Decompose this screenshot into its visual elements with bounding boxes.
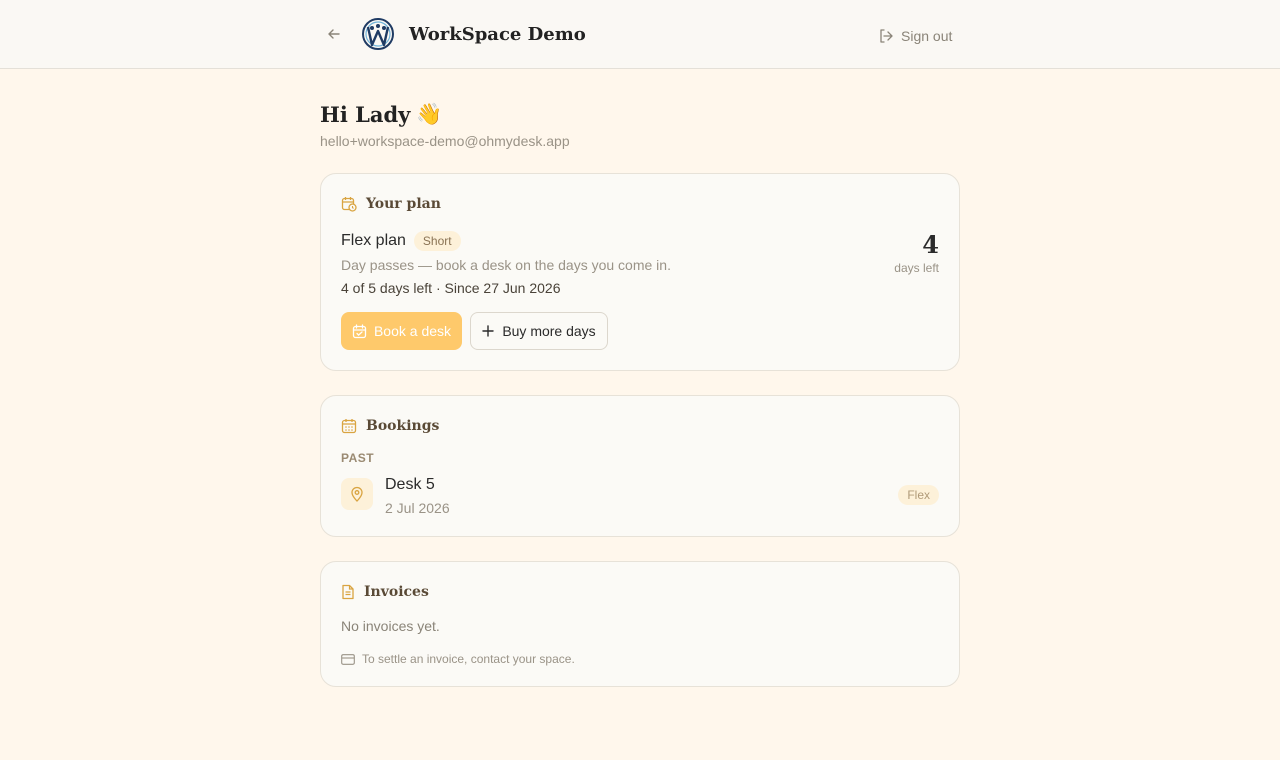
plus-icon — [482, 325, 495, 337]
back-button[interactable] — [324, 24, 344, 44]
calendar-clock-icon — [341, 197, 357, 212]
book-desk-button[interactable]: Book a desk — [341, 312, 462, 350]
bookings-section-title: Bookings — [366, 418, 440, 434]
brand-name: WorkSpace Demo — [409, 24, 586, 45]
top-bar: WorkSpace Demo Sign out — [0, 0, 1280, 69]
booking-tag: Flex — [898, 485, 939, 505]
days-left-label: days left — [894, 261, 939, 275]
invoices-card: Invoices No invoices yet. To settle an i… — [320, 561, 960, 687]
calendar-check-icon — [352, 323, 367, 338]
plan-description: Day passes — book a desk on the days you… — [341, 257, 671, 273]
plan-badge: Short — [413, 231, 461, 251]
days-left-value: 4 — [922, 230, 939, 259]
no-invoices-text: No invoices yet. — [341, 618, 440, 634]
location-pin-icon — [351, 486, 363, 502]
wave-emoji: 👋 — [416, 101, 443, 126]
sign-out-icon — [880, 29, 893, 43]
settle-note: To settle an invoice, contact your space… — [341, 652, 575, 666]
arrow-left-icon — [328, 29, 340, 39]
plan-name-row: Flex plan Short — [341, 231, 461, 251]
calendar-icon — [341, 419, 357, 434]
bookings-card: Bookings PAST Desk 5 2 Jul 2026 Flex — [320, 395, 960, 537]
booking-row[interactable]: Desk 5 2 Jul 2026 Flex — [341, 476, 939, 518]
plan-card: Your plan Flex plan Short Day passes — b… — [320, 173, 960, 371]
book-desk-label: Book a desk — [373, 323, 452, 339]
sign-out-button[interactable]: Sign out — [878, 26, 952, 46]
plan-usage: 4 of 5 days left · Since 27 Jun 2026 — [341, 280, 561, 296]
credit-card-icon — [341, 653, 355, 665]
sign-out-label: Sign out — [901, 28, 953, 44]
invoices-section-title: Invoices — [364, 584, 429, 600]
user-email: hello+workspace-demo@ohmydesk.app — [320, 133, 570, 149]
brand-logo — [361, 17, 395, 51]
booking-date: 2 Jul 2026 — [385, 500, 450, 516]
buy-more-days-button[interactable]: Buy more days — [470, 312, 608, 350]
location-pin-box — [341, 478, 373, 510]
greeting: Hi Lady 👋 — [320, 101, 443, 127]
plan-name: Flex plan — [341, 232, 406, 249]
settle-note-text: To settle an invoice, contact your space… — [362, 652, 575, 666]
buy-more-days-label: Buy more days — [502, 323, 596, 339]
plan-header: Your plan — [341, 196, 441, 212]
booking-desk: Desk 5 — [385, 476, 435, 493]
past-label: PAST — [341, 451, 375, 465]
bookings-header: Bookings — [341, 418, 439, 434]
document-icon — [342, 584, 354, 600]
plan-section-title: Your plan — [366, 196, 441, 212]
greeting-text: Hi Lady — [320, 101, 411, 127]
invoices-header: Invoices — [341, 584, 429, 600]
